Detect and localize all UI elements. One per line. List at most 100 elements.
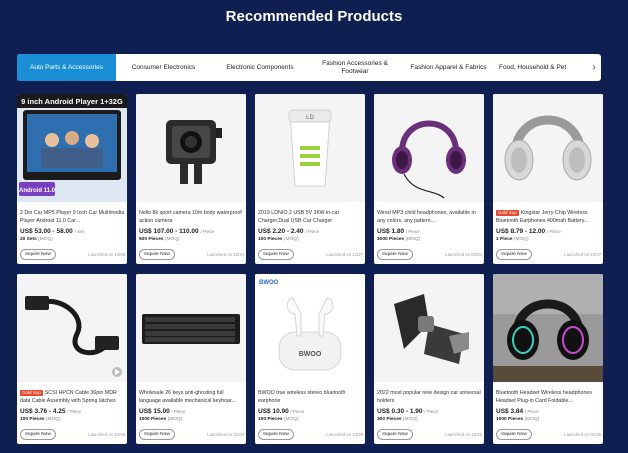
product-title[interactable]: Wired MP3 child headphones, available in… <box>377 210 482 226</box>
inquire-now-button[interactable]: Inquire Now <box>258 429 294 440</box>
tab-consumer-electronics[interactable]: Consumer Electronics <box>116 54 211 81</box>
inquire-now-button[interactable]: Inquire Now <box>377 429 413 440</box>
moq-value: 100 Pieces <box>258 417 283 422</box>
price-unit: / Piece <box>67 409 82 414</box>
price-unit: / Piece <box>290 409 305 414</box>
product-image[interactable] <box>17 274 127 382</box>
product-image[interactable]: LD <box>255 94 365 202</box>
product-price: US$ 15.00 / Piece <box>139 408 185 415</box>
moq-value: 300 Pieces <box>377 417 402 422</box>
moq-label: (MOQ) <box>405 237 421 242</box>
product-moq: 500 Pieces (MOQ) <box>139 237 180 242</box>
product-grid: 9 inch Android Player 1+32G Android 11.0… <box>17 94 603 450</box>
moq-value: 1000 Pieces <box>496 417 524 422</box>
product-price: US$ 0.30 - 1.90 / Piece <box>377 408 438 415</box>
gold-supplier-badge: Gold Sup <box>496 210 519 216</box>
product-card[interactable]: Gold Sup Kingstar Jerry Chip Wireless Blu… <box>493 94 603 264</box>
product-title-text[interactable]: Nello 8k sport camera 10m body waterproo… <box>139 210 242 224</box>
product-price: US$ 53.00 - 58.00 / Set <box>20 228 84 235</box>
product-title[interactable]: Bluetooth Headset Wireless headphones He… <box>496 390 601 406</box>
inquire-now-button[interactable]: Inquire Now <box>20 249 56 260</box>
product-image[interactable] <box>493 94 603 202</box>
price-value: US$ 0.30 - 1.90 <box>377 408 423 415</box>
product-title-text[interactable]: Wired MP3 child headphones, available in… <box>377 210 476 224</box>
price-value: US$ 15.00 <box>139 408 170 415</box>
price-value: US$ 8.79 - 12.00 <box>496 228 546 235</box>
product-moq: 100 Pieces (MOQ) <box>20 417 61 422</box>
product-card[interactable]: Wholesale 26 keys anti-ghosting full lan… <box>136 274 246 444</box>
product-price: US$ 2.20 - 2.40 / Piece <box>258 228 319 235</box>
product-card[interactable]: Bluetooth Headset Wireless headphones He… <box>493 274 603 444</box>
gold-supplier-badge: Gold Sup <box>20 390 43 396</box>
product-image[interactable] <box>493 274 603 382</box>
product-title[interactable]: 2 Din Car MP5 Player 9 Inch Car Multimed… <box>20 210 125 226</box>
moq-label: (MOQ) <box>513 237 529 242</box>
product-title-text[interactable]: Bluetooth Headset Wireless headphones He… <box>496 390 592 404</box>
inquire-now-button[interactable]: Inquire Now <box>496 429 532 440</box>
price-unit: / Piece <box>424 409 439 414</box>
moq-label: (MOQ) <box>524 417 540 422</box>
product-price: US$ 10.90 / Piece <box>258 408 304 415</box>
product-title-text[interactable]: BWOO true wireless stereo bluetooth earp… <box>258 390 345 404</box>
moq-label: (MOQ) <box>283 237 299 242</box>
product-moq: 100 Pieces (MOQ) <box>258 417 299 422</box>
product-card[interactable]: 2022 most popular new design car univers… <box>374 274 484 444</box>
product-title[interactable]: Wholesale 26 keys anti-ghosting full lan… <box>139 390 244 406</box>
product-title[interactable]: Nello 8k sport camera 10m body waterproo… <box>139 210 244 226</box>
launched-date: Launched on 01/04 <box>207 432 244 437</box>
product-title[interactable]: 2022 most popular new design car univers… <box>377 390 482 406</box>
inquire-now-button[interactable]: Inquire Now <box>139 429 175 440</box>
moq-value: 20 Sets <box>20 237 37 242</box>
moq-label: (MOQ) <box>45 417 61 422</box>
product-image[interactable] <box>374 94 484 202</box>
moq-value: 500 Pieces <box>139 237 164 242</box>
tab-food-household[interactable]: Food, Household & Pet <box>496 54 584 81</box>
product-title[interactable]: BWOO true wireless stereo bluetooth earp… <box>258 390 363 406</box>
product-image[interactable] <box>136 94 246 202</box>
moq-label: (MOQ) <box>402 417 418 422</box>
product-image[interactable]: 9 inch Android Player 1+32G Android 11.0 <box>17 94 127 202</box>
product-title[interactable]: Gold Sup Kingstar Jerry Chip Wireless Blu… <box>496 210 601 226</box>
product-price: US$ 8.79 - 12.00 / Piece <box>496 228 561 235</box>
product-title-text[interactable]: 2019 LDNIO 2 USB 5V 36W in-car Charger,D… <box>258 210 339 224</box>
product-title[interactable]: Gold Sup SCSI HPCN Cable 36pin MDR data C… <box>20 390 125 406</box>
launched-date: Launched on 12/29 <box>326 432 363 437</box>
product-image[interactable]: BWOO BWOO <box>255 274 365 382</box>
price-unit: / Piece <box>171 409 186 414</box>
product-image[interactable] <box>374 274 484 382</box>
product-title-text[interactable]: 2022 most popular new design car univers… <box>377 390 481 404</box>
launched-date: Launched on 12/27 <box>564 252 601 257</box>
product-title-text[interactable]: 2 Din Car MP5 Player 9 Inch Car Multimed… <box>20 210 124 224</box>
tab-auto-parts[interactable]: Auto Parts & Accessories <box>17 54 116 81</box>
brand-logo-text: BWOO <box>259 280 279 286</box>
image-os-text: Android 11.0 <box>19 188 56 194</box>
product-card[interactable]: Gold Sup SCSI HPCN Cable 36pin MDR data C… <box>17 274 127 444</box>
product-price: US$ 1.80 / Piece <box>377 228 420 235</box>
product-card[interactable]: BWOO BWOO BWOO true wireless stereo blue… <box>255 274 365 444</box>
moq-value: 1000 Pieces <box>139 417 167 422</box>
product-image[interactable] <box>136 274 246 382</box>
price-value: US$ 10.90 <box>258 408 289 415</box>
product-card[interactable]: Wired MP3 child headphones, available in… <box>374 94 484 264</box>
tab-fashion-apparel[interactable]: Fashion Apparel & Fabrics <box>401 54 496 81</box>
inquire-now-button[interactable]: Inquire Now <box>377 249 413 260</box>
inquire-now-button[interactable]: Inquire Now <box>496 249 532 260</box>
tab-fashion-accessories[interactable]: Fashion Accessories & Footwear <box>309 54 401 81</box>
chevron-right-icon[interactable]: › <box>587 54 601 81</box>
product-card[interactable]: 9 inch Android Player 1+32G Android 11.0… <box>17 94 127 264</box>
product-card[interactable]: Nello 8k sport camera 10m body waterproo… <box>136 94 246 264</box>
product-card[interactable]: LD 2019 LDNIO 2 USB 5V 36W in-car Charge… <box>255 94 365 264</box>
price-value: US$ 3.76 - 4.25 <box>20 408 66 415</box>
price-unit: / Piece <box>305 229 320 234</box>
product-title[interactable]: 2019 LDNIO 2 USB 5V 36W in-car Charger,D… <box>258 210 363 226</box>
image-banner-text: 9 inch Android Player 1+32G <box>21 97 123 106</box>
moq-value: 1 Piece <box>496 237 513 242</box>
price-value: US$ 107.00 - 110.00 <box>139 228 199 235</box>
inquire-now-button[interactable]: Inquire Now <box>139 249 175 260</box>
inquire-now-button[interactable]: Inquire Now <box>20 429 56 440</box>
product-title-text[interactable]: Wholesale 26 keys anti-ghosting full lan… <box>139 390 236 404</box>
inquire-now-button[interactable]: Inquire Now <box>258 249 294 260</box>
price-value: US$ 3.84 <box>496 408 524 415</box>
tab-electronic-components[interactable]: Electronic Components <box>211 54 309 81</box>
price-unit: / Piece <box>546 229 561 234</box>
